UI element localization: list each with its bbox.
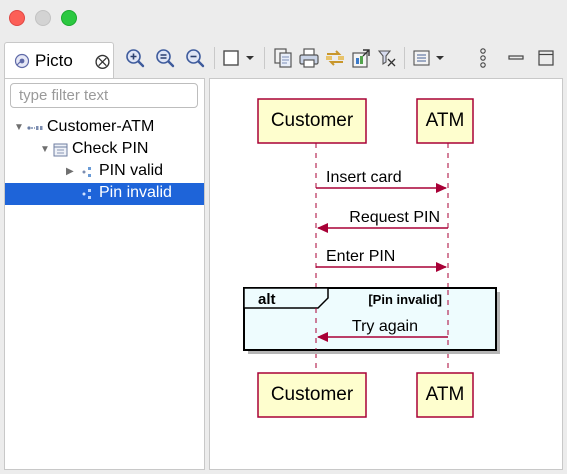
tab-label: Picto [35,51,73,70]
participant-customer-bottom[interactable]: Customer [257,372,367,418]
fragment-icon [80,164,98,180]
view-toolbar: Picto ⨂ [0,38,567,78]
tree-item-customer-atm[interactable]: ▼ Customer-ATM [5,117,204,139]
sequence-diagram: Customer ATM Insert card Request PIN Ent… [243,98,500,418]
message-enter-pin[interactable]: Enter PIN [316,248,447,272]
tree-item-check-pin[interactable]: ▼ Check PIN [5,139,204,161]
tree-item-pin-valid[interactable]: ▶ PIN valid [5,161,204,183]
picto-icon [14,53,30,69]
view-menu-icon[interactable] [476,47,490,69]
zoom-in-icon[interactable] [124,47,146,69]
outline-panel: ▼ Customer-ATM ▼ Check PIN ▶ PIN valid P… [4,78,205,470]
minimize-window-button[interactable] [35,10,51,26]
tree-item-label: PIN valid [99,162,164,179]
close-icon[interactable]: ⨂ [95,52,110,70]
participant-label: Customer [271,384,354,405]
export-icon[interactable] [350,47,372,69]
message-label: Request PIN [349,209,440,226]
copy-icon[interactable] [272,47,294,69]
tree-item-label: Customer-ATM [47,118,155,135]
tree-item-pin-invalid[interactable]: Pin invalid [5,183,204,205]
tree-item-label: Pin invalid [99,184,172,201]
message-insert-card[interactable]: Insert card [316,169,447,193]
participant-label: Customer [271,110,354,131]
toolbar-separator [264,47,265,69]
diagram-panel: Customer ATM Insert card Request PIN Ent… [209,78,563,470]
tab-picto[interactable]: Picto ⨂ [4,42,114,78]
zoom-reset-icon[interactable] [154,47,176,69]
participant-customer-top[interactable]: Customer [257,98,367,144]
interaction-icon [52,142,70,158]
message-label: Enter PIN [326,248,395,265]
print-icon[interactable] [298,47,320,69]
zoom-window-button[interactable] [61,10,77,26]
participant-label: ATM [426,110,465,131]
message-label: Insert card [326,169,402,186]
message-request-pin[interactable]: Request PIN [317,209,448,233]
participant-atm-top[interactable]: ATM [416,98,474,144]
expand-toggle-icon[interactable]: ▼ [40,144,50,155]
filter-icon[interactable] [376,47,398,69]
layers-dropdown-icon[interactable] [412,47,448,69]
sequence-diagram-icon [26,120,44,136]
message-label: Try again [352,318,418,335]
tree-item-label: Check PIN [72,140,149,157]
expand-toggle-icon[interactable]: ▶ [66,166,74,177]
toolbar-separator [214,47,215,69]
participant-label: ATM [426,384,465,405]
expand-toggle-icon[interactable]: ▼ [14,122,24,133]
sync-icon[interactable] [324,47,346,69]
close-window-button[interactable] [9,10,25,26]
fragment-guard: [Pin invalid] [368,292,442,307]
layout-dropdown-icon[interactable] [222,47,258,69]
fragment-icon [80,186,98,202]
minimize-icon[interactable] [505,47,527,69]
participant-atm-bottom[interactable]: ATM [416,372,474,418]
maximize-icon[interactable] [535,47,557,69]
window-titlebar [0,0,567,38]
fragment-operator: alt [258,291,276,308]
toolbar-separator [404,47,405,69]
zoom-out-icon[interactable] [184,47,206,69]
filter-input[interactable] [10,83,198,108]
